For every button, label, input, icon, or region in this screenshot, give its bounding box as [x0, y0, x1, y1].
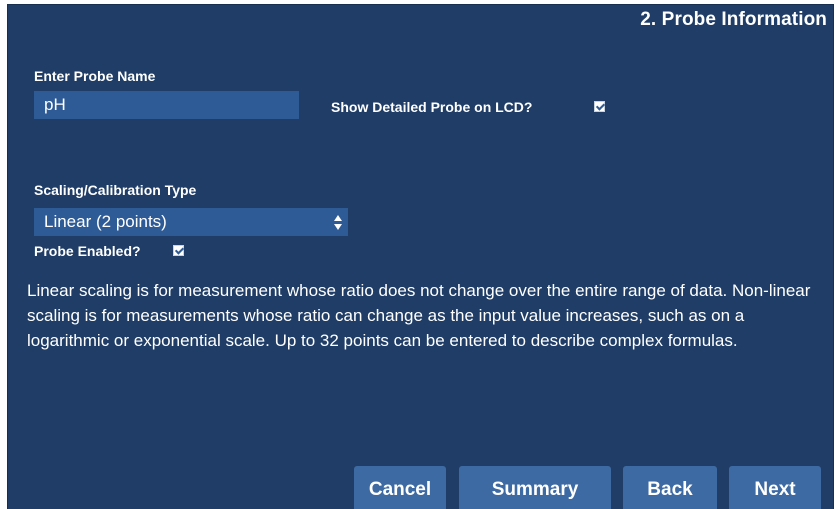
next-button[interactable]: Next: [729, 466, 821, 509]
scaling-type-label: Scaling/Calibration Type: [34, 182, 197, 198]
probe-name-label: Enter Probe Name: [34, 68, 156, 84]
probe-name-input[interactable]: [34, 91, 299, 119]
probe-enabled-checkbox[interactable]: [173, 245, 184, 256]
probe-information-panel: 2. Probe Information Enter Probe Name Sh…: [7, 4, 834, 509]
scaling-description: Linear scaling is for measurement whose …: [27, 281, 811, 350]
scaling-type-selected-value: Linear (2 points): [44, 212, 167, 231]
summary-button[interactable]: Summary: [459, 466, 611, 509]
panel-title: 2. Probe Information: [640, 9, 827, 30]
back-button[interactable]: Back: [623, 466, 717, 509]
scaling-type-select[interactable]: Linear (2 points): [34, 208, 348, 236]
probe-enabled-label: Probe Enabled?: [34, 243, 141, 259]
cancel-button[interactable]: Cancel: [354, 466, 446, 509]
select-arrows-icon: [334, 213, 342, 231]
show-detailed-probe-checkbox[interactable]: [594, 101, 605, 112]
show-detailed-probe-label: Show Detailed Probe on LCD?: [331, 99, 533, 115]
